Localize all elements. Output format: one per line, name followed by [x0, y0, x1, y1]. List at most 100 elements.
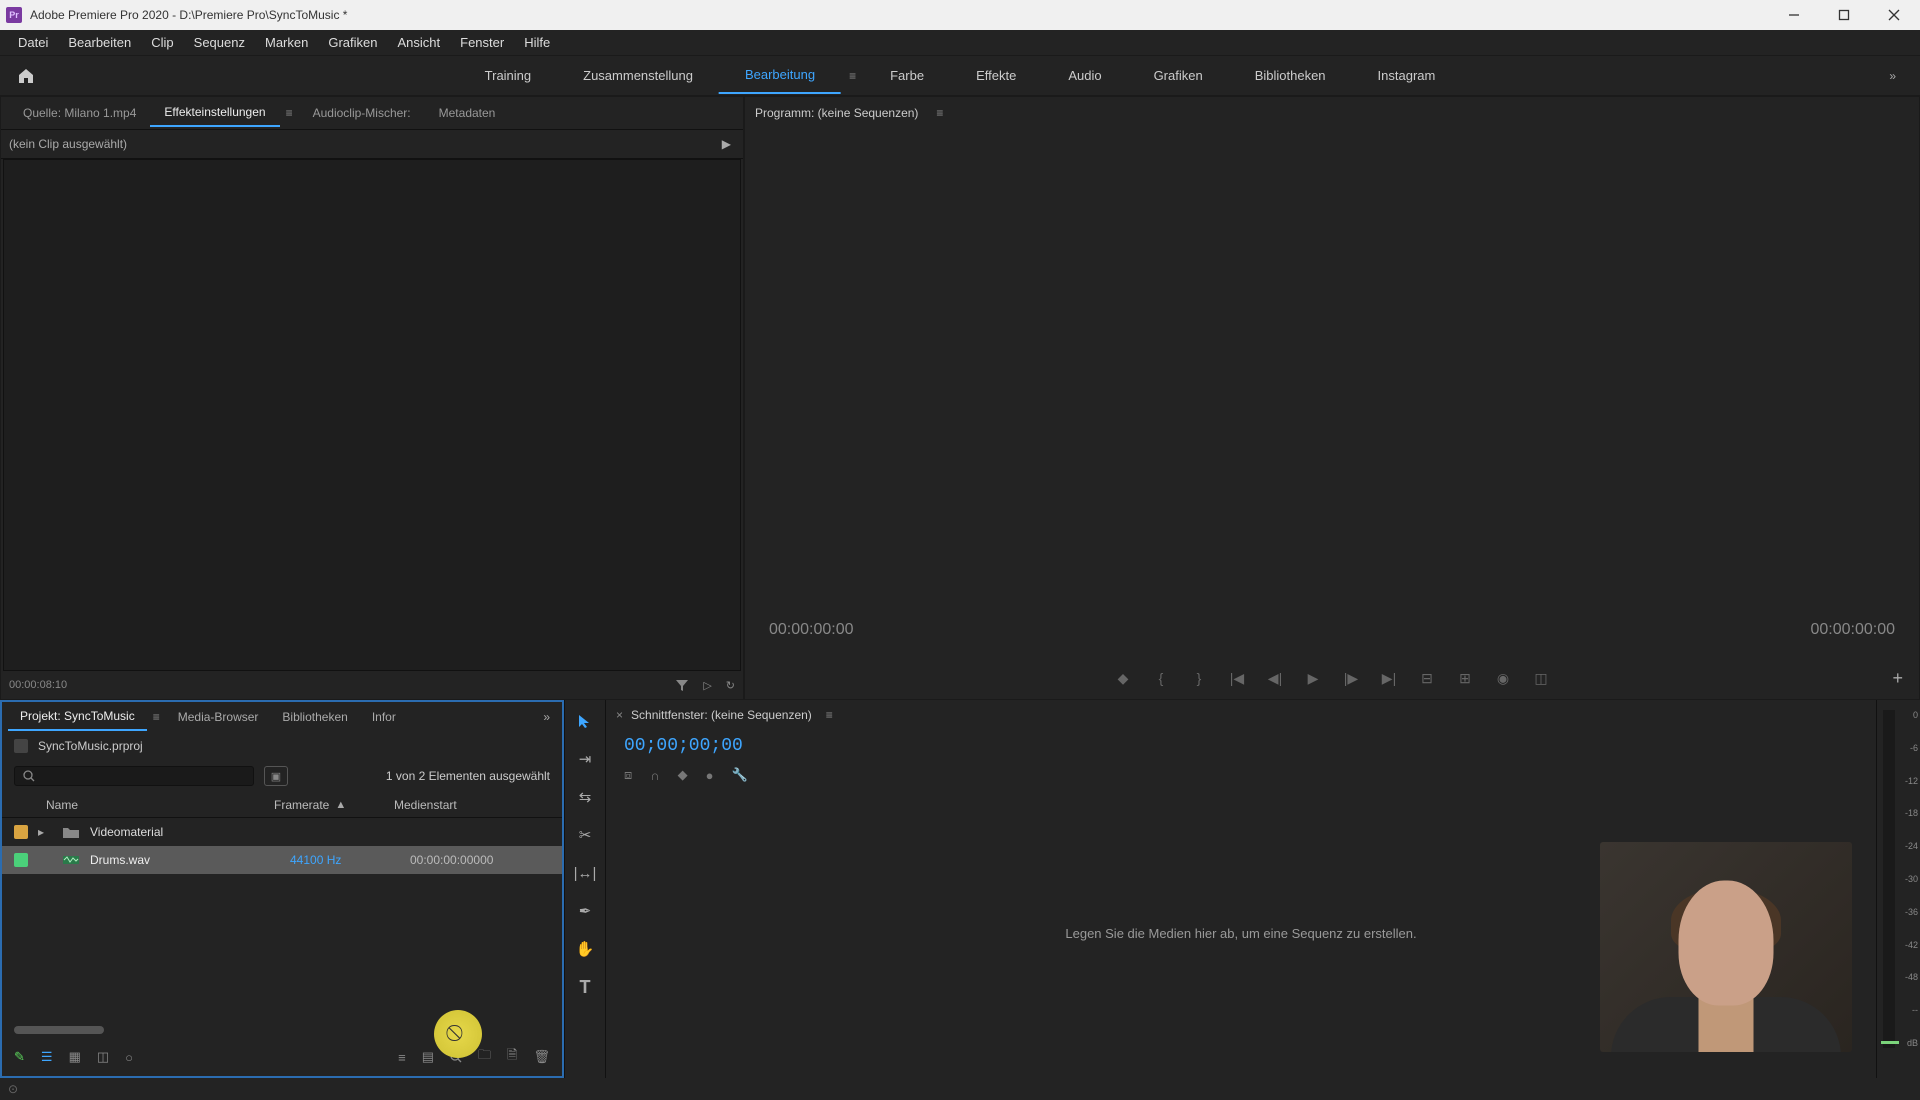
sort-icon[interactable]: ≡: [398, 1050, 406, 1065]
workspace-audio[interactable]: Audio: [1042, 58, 1127, 93]
project-tab-menu-icon[interactable]: ≡: [147, 710, 166, 724]
add-marker-icon[interactable]: ◆: [678, 767, 688, 783]
tab-bibliotheken[interactable]: Bibliotheken: [270, 704, 359, 730]
snap-icon[interactable]: ⧈: [624, 767, 632, 783]
pen-icon[interactable]: ✎: [14, 1049, 25, 1065]
loop-icon[interactable]: ↻: [726, 679, 735, 692]
source-tab-menu-icon[interactable]: ≡: [280, 106, 299, 120]
project-tabs-overflow-icon[interactable]: »: [537, 710, 556, 724]
track-select-tool[interactable]: ⇥: [572, 746, 598, 772]
workspace-farbe[interactable]: Farbe: [864, 58, 950, 93]
marker-icon[interactable]: ◆: [1114, 669, 1132, 687]
pen-tool[interactable]: ✒: [572, 898, 598, 924]
project-filename-row: SyncToMusic.prproj: [2, 732, 562, 760]
tab-effekteinstellungen[interactable]: Effekteinstellungen: [150, 99, 279, 127]
export-frame-icon[interactable]: ◉: [1494, 669, 1512, 687]
play-only-icon[interactable]: ▷: [703, 679, 711, 692]
col-medienstart[interactable]: Medienstart: [394, 798, 550, 812]
tab-metadaten[interactable]: Metadaten: [425, 100, 510, 126]
timeline-timecode[interactable]: 00;00;00;00: [624, 736, 743, 756]
button-editor-icon[interactable]: +: [1892, 668, 1903, 689]
horizontal-scrollbar[interactable]: [14, 1026, 104, 1034]
expand-chevron-icon[interactable]: ▸: [38, 825, 52, 839]
close-tab-icon[interactable]: ×: [616, 708, 623, 722]
db-label: -6: [1905, 743, 1918, 753]
workspace-zusammenstellung[interactable]: Zusammenstellung: [557, 58, 719, 93]
menu-clip[interactable]: Clip: [141, 31, 183, 54]
col-framerate[interactable]: Framerate▲: [274, 798, 394, 812]
home-button[interactable]: [12, 62, 40, 90]
zoom-slider-icon[interactable]: ○: [125, 1050, 133, 1065]
new-item-icon[interactable]: 🗎: [507, 1046, 517, 1068]
label-tag[interactable]: [14, 853, 28, 867]
close-button[interactable]: [1880, 5, 1908, 25]
menu-marken[interactable]: Marken: [255, 31, 318, 54]
linked-selection-icon[interactable]: ∩: [650, 768, 659, 783]
automate-icon[interactable]: ▤: [422, 1049, 434, 1065]
timeline-empty-text: Legen Sie die Medien hier ab, um eine Se…: [1065, 926, 1416, 941]
menu-sequenz[interactable]: Sequenz: [184, 31, 255, 54]
type-tool[interactable]: T: [572, 974, 598, 1000]
in-bracket-icon[interactable]: {: [1152, 669, 1170, 687]
search-input[interactable]: [14, 766, 254, 786]
db-label: -18: [1905, 808, 1918, 818]
list-item[interactable]: ▸ Videomaterial: [2, 818, 562, 846]
workspace-menu-icon[interactable]: ≡: [841, 69, 864, 83]
menu-hilfe[interactable]: Hilfe: [514, 31, 560, 54]
step-forward-icon[interactable]: |▶: [1342, 669, 1360, 687]
minimize-button[interactable]: [1780, 5, 1808, 25]
label-tag[interactable]: [14, 825, 28, 839]
workspace-effekte[interactable]: Effekte: [950, 58, 1042, 93]
hand-tool[interactable]: ✋: [572, 936, 598, 962]
tab-media-browser[interactable]: Media-Browser: [166, 704, 271, 730]
slip-tool[interactable]: |↔|: [572, 860, 598, 886]
timeline-panel-menu-icon[interactable]: ≡: [820, 708, 839, 722]
program-panel-menu-icon[interactable]: ≡: [930, 106, 949, 120]
new-bin-icon[interactable]: 🗀: [478, 1046, 491, 1068]
ripple-edit-tool[interactable]: ⇆: [572, 784, 598, 810]
workspace-grafiken[interactable]: Grafiken: [1128, 58, 1229, 93]
titlebar: Pr Adobe Premiere Pro 2020 - D:\Premiere…: [0, 0, 1920, 30]
menu-ansicht[interactable]: Ansicht: [387, 31, 450, 54]
freeform-icon[interactable]: ◫: [97, 1049, 109, 1065]
razor-tool[interactable]: ✂: [572, 822, 598, 848]
workspace-instagram[interactable]: Instagram: [1352, 58, 1462, 93]
workspace-bibliotheken[interactable]: Bibliotheken: [1229, 58, 1352, 93]
presenter-face: [1679, 880, 1774, 1005]
play-icon[interactable]: ▶: [1304, 669, 1322, 687]
step-back-icon[interactable]: ◀|: [1266, 669, 1284, 687]
extract-icon[interactable]: ⊞: [1456, 669, 1474, 687]
timeline-settings-icon[interactable]: 🔧: [731, 767, 747, 783]
comparison-icon[interactable]: ◫: [1532, 669, 1550, 687]
workspace-training[interactable]: Training: [459, 58, 557, 93]
menu-bearbeiten[interactable]: Bearbeiten: [58, 31, 141, 54]
col-name[interactable]: Name: [14, 798, 274, 812]
tl-marker-icon[interactable]: ●: [706, 768, 714, 783]
tab-info[interactable]: Infor: [360, 704, 408, 730]
transport-controls: ◆ { } |◀ ◀| ▶ |▶ ▶| ⊟ ⊞ ◉ ◫ +: [745, 657, 1919, 699]
workspace-overflow-button[interactable]: »: [1877, 69, 1908, 83]
goto-in-icon[interactable]: |◀: [1228, 669, 1246, 687]
clear-icon[interactable]: 🗑: [533, 1049, 550, 1065]
menu-datei[interactable]: Datei: [8, 31, 58, 54]
filter-icon[interactable]: [675, 678, 689, 692]
expand-icon[interactable]: ▶: [722, 137, 731, 151]
lift-icon[interactable]: ⊟: [1418, 669, 1436, 687]
ingest-icon[interactable]: ▣: [264, 766, 288, 786]
list-view-icon[interactable]: ☰: [41, 1049, 53, 1065]
workspace-bearbeitung[interactable]: Bearbeitung: [719, 57, 841, 94]
tab-quelle[interactable]: Quelle: Milano 1.mp4: [9, 100, 150, 126]
menubar: Datei Bearbeiten Clip Sequenz Marken Gra…: [0, 30, 1920, 56]
project-column-headers: Name Framerate▲ Medienstart: [2, 792, 562, 818]
menu-grafiken[interactable]: Grafiken: [318, 31, 387, 54]
tab-projekt[interactable]: Projekt: SyncToMusic: [8, 703, 147, 731]
icon-view-icon[interactable]: ▦: [69, 1049, 81, 1065]
tab-audioclip-mischer[interactable]: Audioclip-Mischer:: [299, 100, 425, 126]
out-bracket-icon[interactable]: }: [1190, 669, 1208, 687]
maximize-button[interactable]: [1830, 5, 1858, 25]
menu-fenster[interactable]: Fenster: [450, 31, 514, 54]
list-item[interactable]: Drums.wav 44100 Hz 00:00:00:00000: [2, 846, 562, 874]
selection-tool[interactable]: [572, 708, 598, 734]
goto-out-icon[interactable]: ▶|: [1380, 669, 1398, 687]
sort-caret-icon: ▲: [335, 799, 346, 811]
